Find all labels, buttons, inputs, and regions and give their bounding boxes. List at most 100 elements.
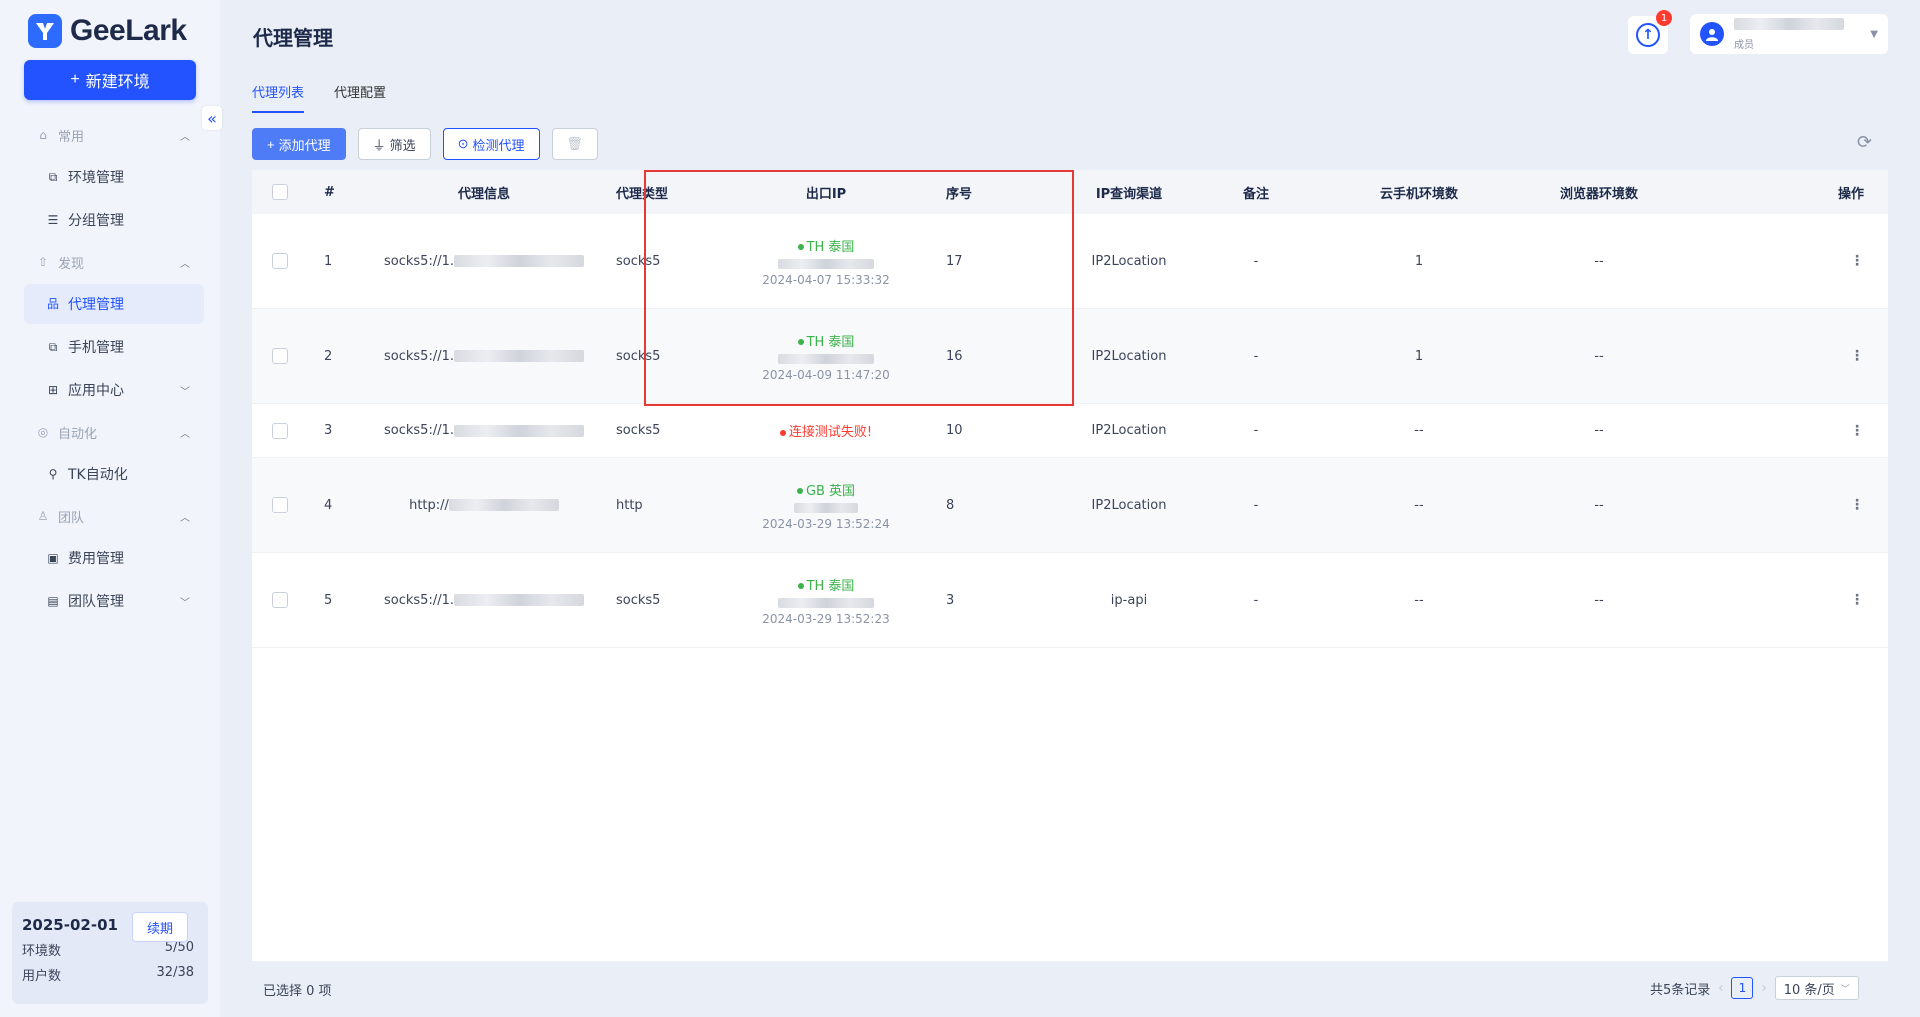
section-discover[interactable]: ⇧ 发现 ︿: [24, 243, 204, 281]
sidebar-item-billing[interactable]: ▣ 费用管理: [24, 538, 204, 578]
more-actions-icon[interactable]: ⋮: [1850, 497, 1864, 513]
sidebar-item-environments[interactable]: ⧉ 环境管理: [24, 157, 204, 197]
ip-channel: ip-api: [1110, 592, 1148, 608]
trash-icon: 🗑: [566, 136, 583, 151]
env-count-label: 环境数: [22, 944, 62, 959]
add-proxy-button[interactable]: + 添加代理: [252, 128, 346, 160]
new-environment-button[interactable]: + 新建环境: [24, 60, 196, 100]
logo[interactable]: GeeLark: [28, 14, 187, 48]
ip-country: GB 英国: [796, 480, 856, 499]
sidebar-item-groups[interactable]: ☰ 分组管理: [24, 200, 204, 240]
more-actions-icon[interactable]: ⋮: [1850, 423, 1864, 439]
table-row[interactable]: 1 socks5://1. socks5 TH 泰国 2024-04-07 15…: [252, 214, 1888, 309]
row-checkbox[interactable]: [272, 422, 288, 439]
ip-channel: IP2Location: [1091, 423, 1167, 438]
user-count-row: 用户数 32/38: [22, 965, 198, 984]
table-row[interactable]: 2 socks5://1. socks5 TH 泰国 2024-04-09 11…: [252, 309, 1888, 404]
chevron-right-icon[interactable]: ›: [1761, 981, 1766, 996]
rocket-icon: ⇧: [37, 255, 49, 269]
flow-icon: ⚲: [48, 467, 58, 481]
ip-country: TH 泰国: [797, 575, 854, 594]
redacted-ip: [794, 502, 858, 513]
table-row[interactable]: 3 socks5://1. socks5 连接测试失败! 10 IP2Locat…: [252, 404, 1888, 458]
new-environment-label: 新建环境: [85, 74, 150, 91]
toolbar: + 添加代理 ⏚ 筛选 ⊙ 检测代理 🗑: [252, 128, 598, 160]
table-row[interactable]: 5 socks5://1. socks5 TH 泰国 2024-03-29 13…: [252, 553, 1888, 648]
ip-fail-text: 连接测试失败!: [788, 425, 873, 440]
renew-button[interactable]: 续期: [132, 912, 188, 942]
row-index: 3: [324, 423, 333, 438]
delete-button[interactable]: 🗑: [551, 128, 598, 160]
copy-icon: ⧉: [48, 170, 58, 184]
actions-cell: ⋮: [1672, 497, 1884, 513]
ip-check-time: 2024-04-07 15:33:32: [762, 272, 890, 287]
sidebar-item-proxies[interactable]: 品代理管理: [24, 284, 204, 324]
col-cloud-phone-count: 云手机环境数: [1379, 186, 1458, 202]
check-proxy-button[interactable]: ⊙ 检测代理: [442, 128, 540, 160]
row-checkbox[interactable]: [272, 253, 288, 269]
upload-button[interactable]: ↑ 1: [1628, 10, 1672, 54]
chevron-up-icon: ︿: [180, 512, 190, 524]
user-info: 成员: [1734, 17, 1854, 51]
check-proxy-label: 检测代理: [472, 137, 525, 153]
filter-button[interactable]: ⏚ 筛选: [357, 128, 431, 160]
status-dot-icon: [796, 488, 803, 494]
chevron-left-icon[interactable]: ‹: [1718, 981, 1723, 996]
more-actions-icon[interactable]: ⋮: [1850, 348, 1864, 364]
sidebar-item-label: 费用管理: [68, 551, 124, 567]
section-team[interactable]: ♙ 团队 ︿: [24, 497, 204, 535]
sidebar-item-app-center[interactable]: ⊞ 应用中心 ﹀: [24, 370, 204, 410]
row-checkbox-cell: [252, 348, 308, 364]
ip-country: TH 泰国: [797, 236, 854, 255]
proxy-info: socks5://1.: [384, 423, 454, 438]
chevron-down-icon: ▼: [1870, 28, 1878, 40]
sidebar-item-label: 分组管理: [68, 213, 124, 229]
page-number-button[interactable]: 1: [1731, 977, 1754, 999]
proxy-info: socks5://1.: [384, 592, 454, 608]
redacted-address: [454, 424, 584, 437]
proxy-info: http://: [409, 497, 449, 513]
collapse-sidebar-button[interactable]: «: [202, 106, 222, 130]
redacted-ip: [778, 353, 874, 364]
browser-count: --: [1594, 348, 1604, 364]
row-checkbox[interactable]: [272, 348, 288, 364]
actions-cell: ⋮: [1672, 348, 1884, 364]
chevron-up-icon: ︿: [180, 428, 190, 440]
row-checkbox[interactable]: [272, 592, 288, 608]
table-row[interactable]: 4 http:// http GB 英国 2024-03-29 13:52:24…: [252, 458, 1888, 553]
proxy-type: http: [616, 497, 643, 513]
user-menu[interactable]: 成员 ▼: [1690, 14, 1888, 54]
page-size-select[interactable]: 10 条/页 ﹀: [1774, 976, 1859, 1000]
more-actions-icon[interactable]: ⋮: [1850, 592, 1864, 608]
select-all-checkbox[interactable]: [272, 184, 288, 200]
user-role: 成员: [1734, 39, 1754, 51]
pagination: 共5条记录 ‹ 1 › 10 条/页 ﹀: [1650, 976, 1859, 1000]
user-name-redacted: [1734, 17, 1844, 30]
grid-icon: ⊞: [47, 383, 59, 397]
section-common[interactable]: ⌂ 常用 ︿: [24, 116, 204, 154]
ip-channel: IP2Location: [1091, 253, 1167, 269]
sidebar-item-label: 团队管理: [68, 594, 124, 610]
ip-country-text: GB 英国: [805, 483, 856, 499]
network-icon: 品: [46, 297, 59, 311]
sidebar-item-tk-automation[interactable]: ⚲ TK自动化: [24, 454, 204, 494]
chevron-down-icon: ﹀: [1840, 984, 1850, 995]
sidebar-item-phones[interactable]: ⧉ 手机管理: [24, 327, 204, 367]
tab-proxy-config[interactable]: 代理配置: [334, 82, 386, 113]
actions-cell: ⋮: [1672, 253, 1884, 269]
seq: 3: [946, 592, 955, 608]
ip-country-text: TH 泰国: [806, 334, 855, 350]
section-automation[interactable]: ◎ 自动化 ︿: [24, 413, 204, 451]
sidebar-item-team-management[interactable]: ▤ 团队管理 ﹀: [24, 581, 204, 621]
refresh-icon[interactable]: ⟳: [1857, 132, 1872, 153]
tab-proxy-list[interactable]: 代理列表: [252, 82, 305, 113]
note: -: [1253, 253, 1259, 269]
chevron-down-icon: ﹀: [180, 386, 190, 398]
team-icon: ♙: [37, 509, 49, 523]
ip-channel: IP2Location: [1091, 497, 1167, 513]
row-checkbox[interactable]: [272, 497, 288, 513]
note: -: [1253, 423, 1259, 438]
more-actions-icon[interactable]: ⋮: [1850, 253, 1864, 269]
redacted-ip: [778, 258, 874, 269]
filter-icon: ⏚: [372, 137, 386, 153]
